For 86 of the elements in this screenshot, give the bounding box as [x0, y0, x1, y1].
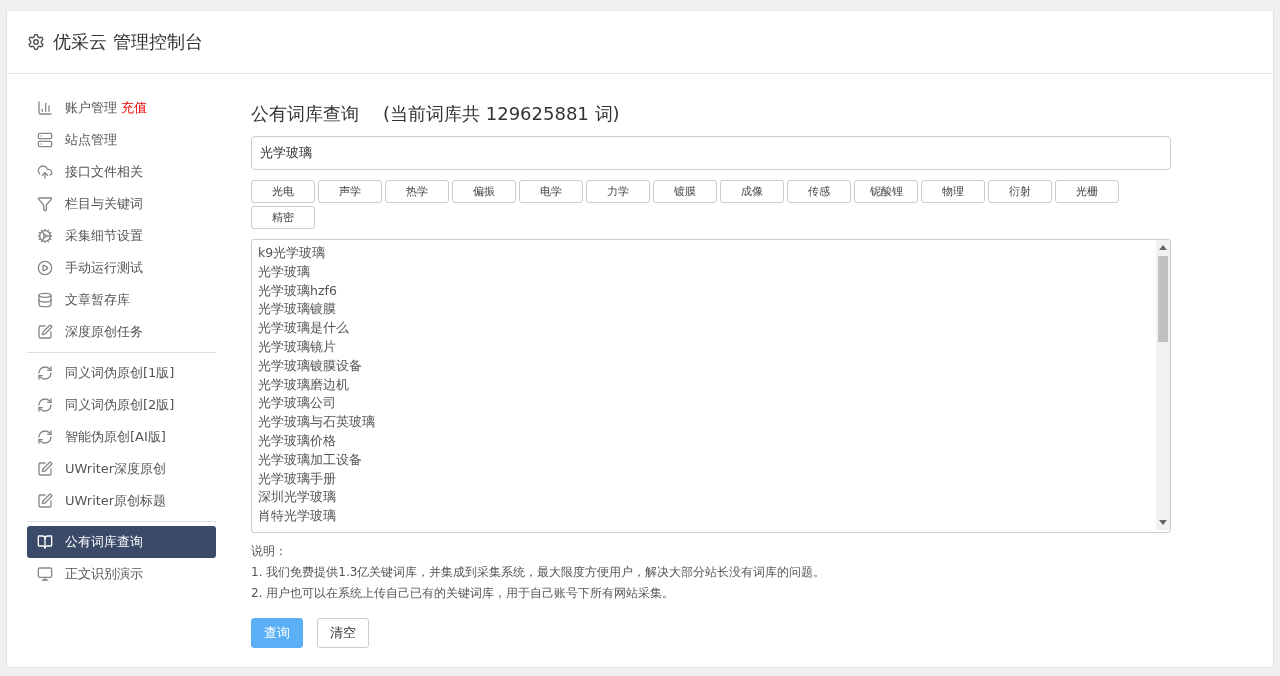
- sidebar-label: 手动运行测试: [65, 259, 143, 277]
- note-text: 2. 用户也可以在系统上传自己已有的关键词库，用于自己账号下所有网站采集。: [251, 585, 676, 602]
- edit-icon: [37, 324, 53, 340]
- console-title: 优采云 管理控制台: [53, 30, 203, 54]
- result-item: 光学玻璃加工设备: [258, 450, 363, 469]
- sidebar-label: 接口文件相关: [65, 163, 143, 181]
- sidebar-item[interactable]: 手动运行测试: [27, 252, 216, 284]
- database-icon: [37, 292, 53, 308]
- result-list[interactable]: k9光学玻璃 光学玻璃 光学玻璃hzf6 光学玻璃镀膜 光学玻璃是什么 光学玻璃镜片 光学玻璃镀膜设备 光学玻璃磨边机 光学玻璃公司 光学玻璃与石英玻璃 光学玻璃价格 光学玻璃加工设备 光学玻璃手册 深圳光学玻璃 肖特光学玻璃: [251, 239, 1171, 533]
- notes-title: 说明：: [251, 543, 288, 560]
- sidebar-label: 同义词伪原创[1版]: [65, 364, 175, 382]
- sidebar-label: UWriter深度原创: [65, 460, 167, 478]
- page-title: 公有词库查询: [251, 102, 359, 126]
- note-text: 1. 我们免费提供1.3亿关键词库，并集成到采集系统，最大限度方便用户，解决大部分站长没有词库的问题。: [251, 564, 827, 581]
- sidebar-item[interactable]: 深度原创任务: [27, 316, 216, 348]
- recharge-link[interactable]: 充值: [121, 99, 147, 117]
- keyword-tag[interactable]: 光电: [251, 180, 315, 203]
- sidebar-label: 公有词库查询: [65, 533, 143, 551]
- keyword-tag[interactable]: 精密: [251, 206, 315, 229]
- result-item: 光学玻璃: [258, 262, 311, 281]
- word-count: (当前词库共 129625881 词): [383, 102, 620, 126]
- result-item: 光学玻璃磨边机: [258, 375, 350, 394]
- result-item: 光学玻璃与石英玻璃: [258, 413, 376, 432]
- keyword-tag[interactable]: 偏振: [452, 180, 516, 203]
- result-item: 光学玻璃镀膜: [258, 300, 337, 319]
- keyword-tag[interactable]: 铌酸锂: [854, 180, 918, 203]
- sidebar-item[interactable]: 智能伪原创[AI版]: [27, 421, 216, 453]
- sidebar-item[interactable]: 正文识别演示: [27, 558, 216, 590]
- keyword-tag[interactable]: 物理: [921, 180, 985, 203]
- result-item: 光学玻璃镜片: [258, 338, 337, 356]
- sidebar-label: 采集细节设置: [65, 227, 143, 245]
- sidebar-item[interactable]: 站点管理: [27, 124, 216, 156]
- keyword-tag[interactable]: 镀膜: [653, 180, 717, 203]
- result-item: 光学玻璃公司: [258, 394, 337, 413]
- keyword-tag[interactable]: 成像: [720, 180, 784, 203]
- edit-icon: [37, 461, 53, 477]
- play-icon: [37, 260, 53, 276]
- sidebar-item[interactable]: 文章暂存库: [27, 284, 216, 316]
- result-item: 光学玻璃是什么: [258, 319, 350, 338]
- sidebar-item[interactable]: 接口文件相关: [27, 156, 216, 188]
- sidebar-label: 深度原创任务: [65, 323, 143, 341]
- settings-icon: [27, 33, 45, 51]
- keyword-tag[interactable]: 光栅: [1055, 180, 1119, 203]
- book-icon: [37, 534, 53, 550]
- result-item: 光学玻璃手册: [258, 469, 337, 488]
- result-item: 深圳光学玻璃: [258, 488, 337, 507]
- refresh-icon: [37, 397, 53, 413]
- sidebar-label: 智能伪原创[AI版]: [65, 428, 166, 446]
- sidebar-item[interactable]: UWriter原创标题: [27, 485, 216, 517]
- sidebar-item[interactable]: 公有词库查询: [27, 526, 216, 558]
- keyword-tag[interactable]: 热学: [385, 180, 449, 203]
- result-item: 光学玻璃价格: [258, 431, 337, 450]
- sidebar-label: UWriter原创标题: [65, 492, 167, 510]
- result-item: 光学玻璃镀膜设备: [258, 356, 363, 375]
- result-item: k9光学玻璃: [258, 244, 327, 262]
- sidebar-label: 栏目与关键词: [65, 195, 143, 213]
- result-item: 光学玻璃hzf6: [258, 281, 338, 300]
- refresh-icon: [37, 429, 53, 445]
- sidebar-item[interactable]: 采集细节设置: [27, 220, 216, 252]
- sidebar-item[interactable]: 栏目与关键词: [27, 188, 216, 220]
- gear-icon: [37, 228, 53, 244]
- sidebar-item[interactable]: 账户管理 充值: [27, 92, 216, 124]
- keyword-tag[interactable]: 电学: [519, 180, 583, 203]
- sidebar-label: 站点管理: [65, 131, 117, 149]
- bar-chart-icon: [37, 100, 53, 116]
- keyword-tag[interactable]: 声学: [318, 180, 382, 203]
- sidebar-item[interactable]: UWriter深度原创: [27, 453, 216, 485]
- sidebar-item[interactable]: 同义词伪原创[2版]: [27, 389, 216, 421]
- sidebar-label: 账户管理: [65, 99, 117, 117]
- keyword-tag[interactable]: 衍射: [988, 180, 1052, 203]
- scrollbar-drawing[interactable]: [1156, 240, 1170, 530]
- sidebar-label: 正文识别演示: [65, 565, 143, 583]
- sidebar-label: 文章暂存库: [65, 291, 130, 309]
- server-icon: [37, 132, 53, 148]
- keyword-tag[interactable]: 力学: [586, 180, 650, 203]
- filter-icon: [37, 196, 53, 212]
- keyword-tag[interactable]: 传感: [787, 180, 851, 203]
- clear-button[interactable]: 清空: [317, 618, 369, 648]
- result-item: 肖特光学玻璃: [258, 507, 337, 526]
- search-field[interactable]: 光学玻璃: [251, 136, 1171, 170]
- cloud-upload-icon: [37, 164, 53, 180]
- sidebar-label: 同义词伪原创[2版]: [65, 396, 175, 414]
- sidebar-item[interactable]: 同义词伪原创[1版]: [27, 357, 216, 389]
- refresh-icon: [37, 365, 53, 381]
- monitor-icon: [37, 566, 53, 582]
- edit-icon: [37, 493, 53, 509]
